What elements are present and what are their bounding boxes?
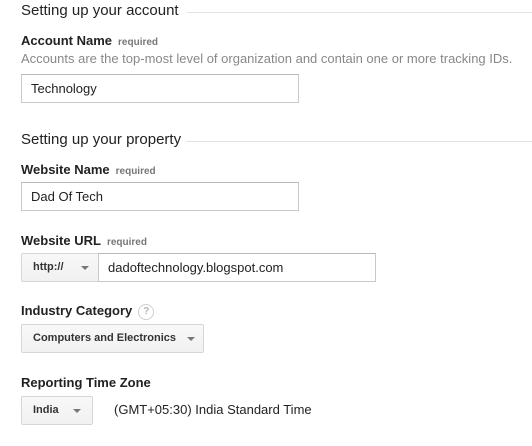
time-zone-country-dropdown[interactable]: India xyxy=(21,396,93,425)
industry-category-dropdown-value: Computers and Electronics xyxy=(33,332,177,344)
time-zone-country-value: India xyxy=(33,404,59,416)
account-name-label-text: Account Name xyxy=(21,33,113,48)
industry-category-label: Industry Category? xyxy=(21,303,155,320)
account-name-input[interactable] xyxy=(21,74,299,103)
chevron-down-icon xyxy=(73,409,81,413)
industry-category-dropdown[interactable]: Computers and Electronics xyxy=(21,324,204,353)
account-name-hint: Accounts are the top-most level of organ… xyxy=(21,51,513,66)
industry-category-label-text: Industry Category xyxy=(21,303,133,318)
website-url-label-text: Website URL xyxy=(21,233,101,248)
protocol-dropdown-value: http:// xyxy=(33,261,64,273)
time-zone-label: Reporting Time Zone xyxy=(21,375,151,390)
website-name-required-tag: required xyxy=(115,166,156,177)
website-url-input[interactable] xyxy=(98,253,376,282)
property-section-heading: Setting up your property xyxy=(21,131,182,148)
account-section-divider xyxy=(187,12,532,13)
help-icon[interactable]: ? xyxy=(138,304,155,320)
time-zone-value: (GMT+05:30) India Standard Time xyxy=(114,402,312,417)
chevron-down-icon xyxy=(81,266,89,270)
property-setup-form: Setting up your account Account Name requ… xyxy=(0,0,532,446)
website-name-input[interactable] xyxy=(21,182,299,211)
website-name-label: Website Name required xyxy=(21,162,156,177)
website-name-label-text: Website Name xyxy=(21,162,110,177)
website-url-required-tag: required xyxy=(106,237,147,248)
website-url-label: Website URL required xyxy=(21,233,147,248)
account-section-heading: Setting up your account xyxy=(21,2,179,19)
chevron-down-icon xyxy=(187,337,195,341)
account-name-label: Account Name required xyxy=(21,33,158,48)
account-name-required-tag: required xyxy=(118,37,159,48)
property-section-divider xyxy=(186,141,532,142)
protocol-dropdown[interactable]: http:// xyxy=(21,253,99,282)
